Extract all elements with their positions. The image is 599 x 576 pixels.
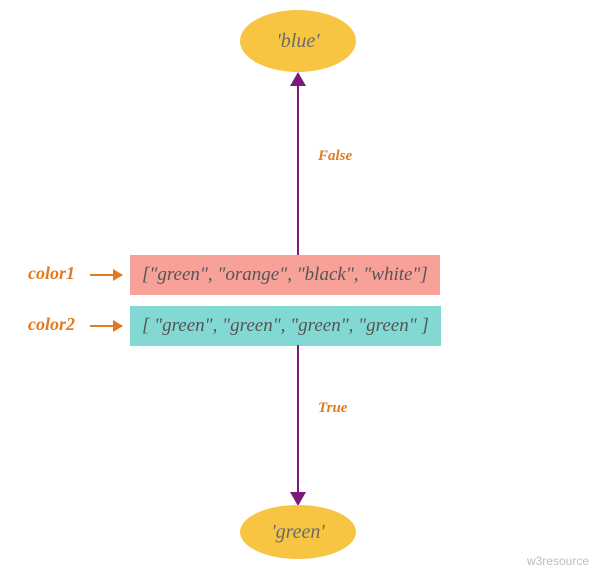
arrow-up-line <box>297 85 299 255</box>
diagram-canvas: 'blue' False color1 ["green", "orange", … <box>0 0 599 576</box>
arrow-up-head <box>290 72 306 86</box>
label-color2: color2 <box>28 314 75 335</box>
label-color2-arrow <box>90 325 122 327</box>
edge-label-true: True <box>318 400 347 417</box>
list-color2-text: [ "green", "green", "green", "green" ] <box>142 315 429 336</box>
node-green: 'green' <box>240 505 356 559</box>
node-green-text: 'green' <box>271 521 324 544</box>
list-color1-text: ["green", "orange", "black", "white"] <box>142 264 428 285</box>
edge-label-false: False <box>318 148 352 165</box>
arrow-down-head <box>290 492 306 506</box>
node-blue-text: 'blue' <box>277 30 320 53</box>
node-blue: 'blue' <box>240 10 356 72</box>
watermark: w3resource <box>527 554 589 568</box>
label-color1: color1 <box>28 263 75 284</box>
list-color2: [ "green", "green", "green", "green" ] <box>130 306 441 346</box>
list-color1: ["green", "orange", "black", "white"] <box>130 255 440 295</box>
arrow-down-line <box>297 345 299 493</box>
label-color1-arrow <box>90 274 122 276</box>
